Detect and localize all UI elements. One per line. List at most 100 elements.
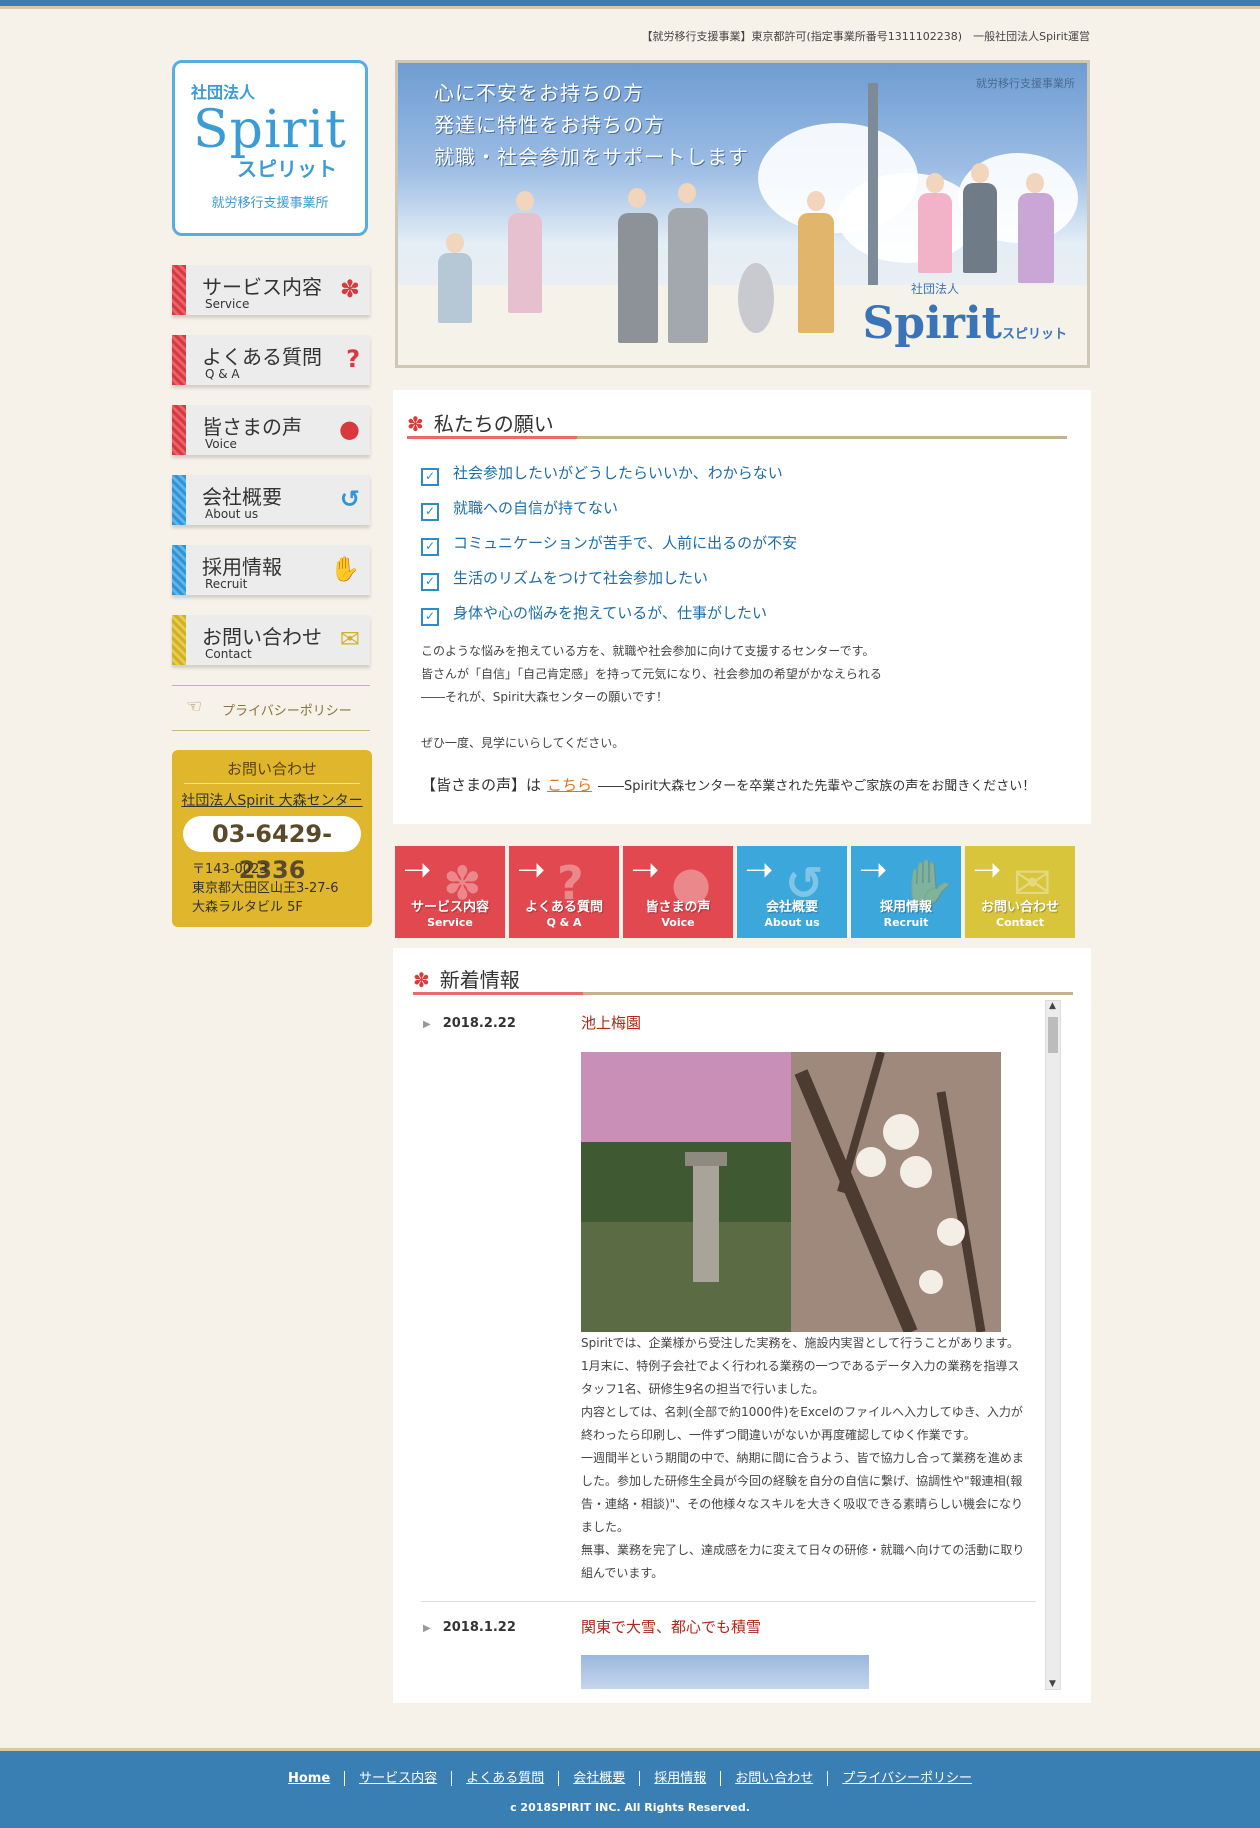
scroll-up-icon[interactable]: ▲ (1049, 1001, 1056, 1011)
news-title[interactable]: 池上梅園 (581, 1012, 641, 1033)
check-item: ✓ 生活のリズムをつけて社会参加したい (421, 567, 708, 591)
privacy-label: プライバシーポリシー (222, 704, 352, 719)
section-heading: ✽ 新着情報 (413, 964, 520, 993)
hero-line: 心に不安をお持ちの方 (434, 81, 644, 105)
menu-label: お問い合わせ (202, 625, 322, 649)
news-date-text: 2018.2.22 (442, 1016, 516, 1031)
side-menu-qa[interactable]: よくある質問 Q & A ? (172, 335, 370, 385)
news-separator (421, 1601, 1036, 1602)
hero-tag: 就労移行支援事業所 (976, 77, 1075, 90)
hero-brand-kana: スピリット (1001, 327, 1067, 342)
tile-qa[interactable]: ➝? よくある質問 Q & A (509, 846, 619, 938)
heading-underline (413, 992, 1073, 995)
site-logo[interactable]: 社団法人 Spirit スピリット 就労移行支援事業所 (172, 60, 368, 236)
arrow-icon: ➝ (631, 850, 660, 890)
tile-about[interactable]: ➝ ↺ 会社概要 About us (737, 846, 847, 938)
news-photo (581, 1052, 1001, 1332)
menu-sublabel: Service (205, 297, 250, 311)
footer-link-privacy[interactable]: プライバシーポリシー (827, 1771, 986, 1786)
menu-label: サービス内容 (202, 275, 322, 299)
menu-sublabel: Contact (205, 647, 252, 661)
scroll-down-icon[interactable]: ▼ (1049, 1679, 1056, 1689)
news-photo (581, 1655, 869, 1689)
check-text: 就職への自信が持てない (453, 499, 619, 517)
footer: Home サービス内容 よくある質問 会社概要 採用情報 お問い合わせ プライバシーポリシー… (0, 1748, 1260, 1828)
intro-line: ――それが、Spirit大森センターの願いです！ (421, 690, 668, 704)
footer-link-home[interactable]: Home (274, 1771, 344, 1786)
menu-label: 会社概要 (202, 485, 282, 509)
check-item: ✓ コミュニケーションが苦手で、人前に出るのが不安 (421, 532, 797, 556)
person-head (926, 173, 944, 193)
tile-sublabel: Contact (996, 916, 1044, 929)
tile-sublabel: Recruit (883, 916, 929, 929)
tile-label: お問い合わせ (980, 900, 1059, 915)
arrow-icon: ➝ (859, 850, 888, 890)
menu-stripe (172, 615, 186, 665)
menu-stripe (172, 265, 186, 315)
wishes-panel: ✽ 私たちの願い ✓ 社会参加したいがどうしたらいいか、わからない ✓ 就職への自信が… (393, 390, 1091, 824)
menu-stripe (172, 545, 186, 595)
news-body-line: Spiritでは、企業様から受注した実務を、施設内実習として行うことがあります。 (581, 1336, 1019, 1350)
news-date-text: 2018.1.22 (442, 1620, 516, 1635)
plum-garden-photo (581, 1052, 1001, 1332)
section-title: 私たちの願い (433, 412, 554, 436)
checkbox-icon: ✓ (421, 573, 439, 591)
heading-underline (407, 436, 1067, 439)
tile-label: 採用情報 (879, 900, 932, 915)
menu-sublabel: Q & A (205, 367, 240, 381)
news-scrollbar[interactable]: ▲ ▼ (1045, 1000, 1061, 1690)
side-menu-service[interactable]: サービス内容 Service ✽ (172, 265, 370, 315)
voices-link[interactable]: こちら (547, 776, 592, 794)
hand-icon: ☜ (186, 696, 203, 717)
menu-label: よくある質問 (202, 345, 322, 369)
checkbox-icon: ✓ (421, 503, 439, 521)
person-head (446, 233, 464, 253)
contact-divider (184, 783, 360, 784)
section-heading: ✽ 私たちの願い (407, 408, 554, 437)
footer-link-about[interactable]: 会社概要 (558, 1771, 640, 1786)
check-item: ✓ 就職への自信が持てない (421, 497, 618, 521)
contact-phone[interactable]: 03-6429-2336 (183, 816, 361, 884)
side-menu-contact[interactable]: お問い合わせ Contact ✉ (172, 615, 370, 665)
footer-link-contact[interactable]: お問い合わせ (720, 1771, 828, 1786)
check-text: 生活のリズムをつけて社会参加したい (453, 569, 709, 587)
news-body: Spiritでは、企業様から受注した実務を、施設内実習として行うことがあります。… (581, 1332, 1031, 1585)
news-body-line: 1月末に、特例子会社でよく行われる業務の一つであるデータ入力の業務を指導スタッフ… (581, 1359, 1020, 1396)
news-body-line: 一週間半という期間の中で、納期に間に合うよう、皆で協力し合って業務を進めました。… (581, 1451, 1024, 1534)
checkbox-icon: ✓ (421, 538, 439, 556)
header-note: 【就労移行支援事業】東京都許可(指定事業所番号1311102238) 一般社団法… (641, 30, 1090, 43)
news-body-line: 内容としては、名刺(全部で約1000件)をExcelのファイルへ入力してゆき、入… (581, 1405, 1023, 1442)
footer-link-service[interactable]: サービス内容 (344, 1771, 452, 1786)
footer-link-qa[interactable]: よくある質問 (451, 1771, 559, 1786)
tile-recruit[interactable]: ➝ ✋ 採用情報 Recruit (851, 846, 961, 938)
tile-contact[interactable]: ➝ ✉ お問い合わせ Contact (965, 846, 1075, 938)
triangle-icon: ▶ (423, 1623, 431, 1634)
arrow-icon: ➝ (745, 850, 774, 890)
flower-icon: ✽ (413, 968, 430, 992)
tile-service[interactable]: ➝ ✽ サービス内容 Service (395, 846, 505, 938)
arrow-icon: ➝ (403, 850, 432, 890)
contact-title: お問い合わせ (226, 760, 317, 778)
triangle-icon: ▶ (423, 1019, 431, 1030)
news-panel: ✽ 新着情報 ▶ 2018.2.22 池上梅園 Spiritでは、企業様から受注した… (393, 948, 1091, 1703)
mail-icon: ✉ (339, 625, 360, 653)
person-head (971, 163, 989, 183)
side-menu-voice[interactable]: 皆さまの声 Voice ● (172, 405, 370, 455)
tile-sublabel: Voice (661, 916, 695, 929)
tile-label: 会社概要 (765, 900, 818, 915)
wheelchair-illustration (738, 263, 774, 333)
privacy-policy-link[interactable]: ☜ プライバシーポリシー (172, 685, 370, 731)
news-title[interactable]: 関東で大雪、都心でも積雪 (581, 1616, 761, 1637)
tile-voice[interactable]: ➝ ● 皆さまの声 Voice (623, 846, 733, 938)
footer-link-recruit[interactable]: 採用情報 (639, 1771, 721, 1786)
scrollbar-thumb[interactable] (1048, 1017, 1058, 1053)
check-text: コミュニケーションが苦手で、人前に出るのが不安 (453, 534, 798, 552)
tile-sublabel: About us (764, 916, 820, 929)
top-bar (0, 0, 1260, 9)
person-illustration (1018, 193, 1054, 283)
contact-addr-line2: 大森ラルタビル 5F (192, 900, 303, 915)
side-menu-recruit[interactable]: 採用情報 Recruit ✋ (172, 545, 370, 595)
check-text: 身体や心の悩みを抱えているが、仕事がしたい (453, 604, 767, 622)
menu-stripe (172, 405, 186, 455)
side-menu-about[interactable]: 会社概要 About us ↺ (172, 475, 370, 525)
